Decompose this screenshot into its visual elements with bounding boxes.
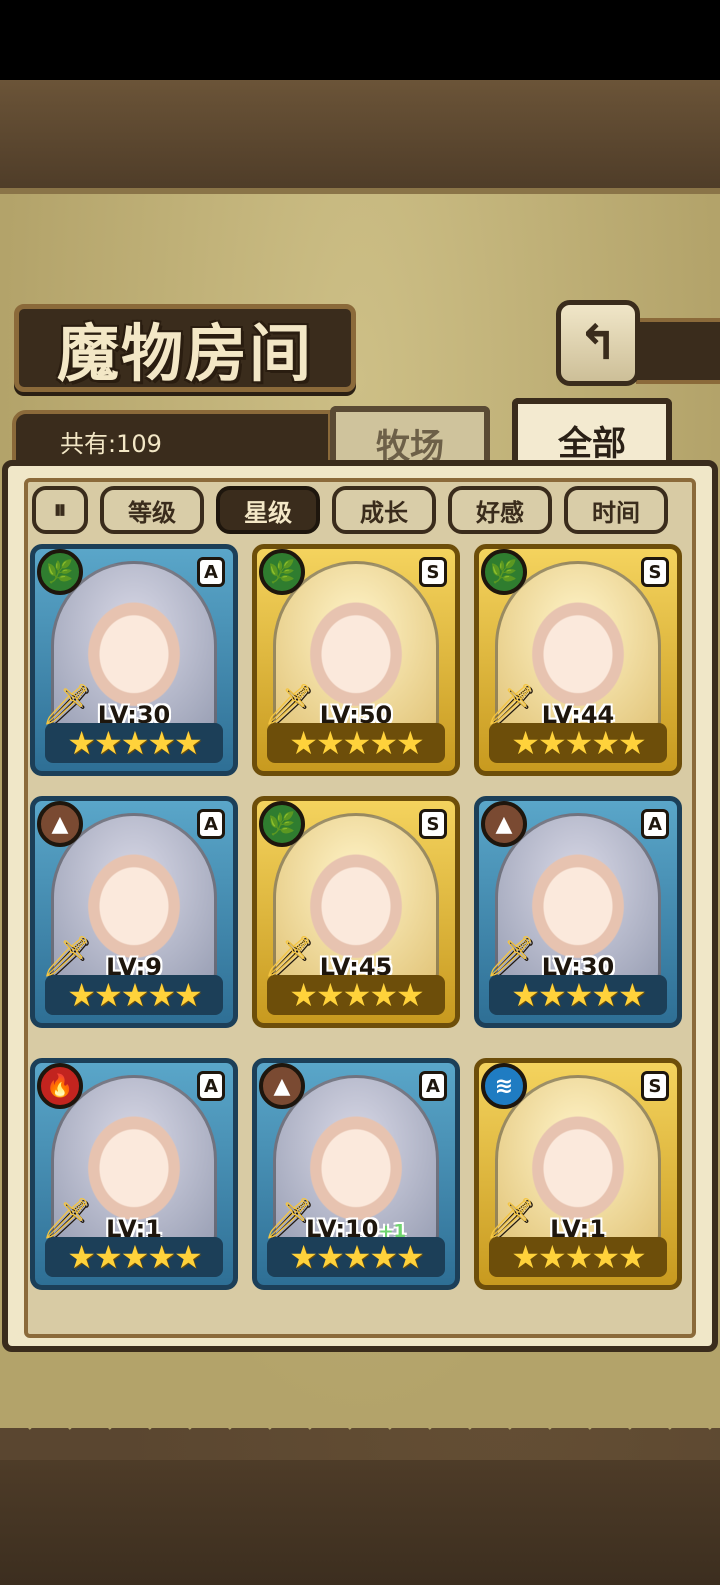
element-glyph: 🌿 (490, 559, 518, 585)
back-arrow-icon: ↰ (577, 315, 619, 371)
star-rating: ★★★★★ (489, 975, 667, 1015)
page-title: 魔物房间 (56, 317, 313, 390)
rank-badge: S (641, 557, 669, 587)
map-top-band (0, 80, 720, 192)
star-rating: ★★★★★ (267, 1237, 445, 1277)
element-nature-icon: 🌿 (259, 801, 305, 847)
monster-count-label: 共有:109 (60, 430, 162, 458)
element-fire-icon: 🔥 (37, 1063, 83, 1109)
monster-card[interactable]: 🌿 S 🗡 LV:50 ★★★★★ (252, 544, 460, 776)
element-glyph: ▲ (51, 811, 69, 837)
sort-bar: ⏸ 等级 星级 成长 好感 时间 (32, 486, 692, 536)
element-glyph: 🔥 (46, 1073, 74, 1099)
rank-badge: S (419, 557, 447, 587)
element-nature-icon: 🌿 (259, 549, 305, 595)
element-glyph: 🌿 (268, 811, 296, 837)
rank-badge: S (419, 809, 447, 839)
rank-badge: S (641, 1071, 669, 1101)
status-bar (0, 0, 720, 80)
star-rating: ★★★★★ (489, 723, 667, 763)
element-glyph: 🌿 (268, 559, 296, 585)
element-glyph: ▲ (273, 1073, 291, 1099)
rank-badge: A (197, 1071, 225, 1101)
sort-by-star-button[interactable]: 星级 (216, 486, 320, 534)
star-rating: ★★★★★ (489, 1237, 667, 1277)
sort-by-level-button[interactable]: 等级 (100, 486, 204, 534)
monster-card[interactable]: 🌿 A 🗡 LV:30 ★★★★★ (30, 544, 238, 776)
back-button[interactable]: ↰ (556, 300, 640, 386)
back-button-rail (636, 318, 720, 384)
element-water-icon: ≋ (481, 1063, 527, 1109)
monster-card[interactable]: ▲ A 🗡 LV:10+1 ★★★★★ (252, 1058, 460, 1290)
monster-grid: 🌿 A 🗡 LV:30 ★★★★★ 🌿 S 🗡 LV:50 ★★★★★ 🌿 S 🗡 LV:44 ★★★★★ ▲… (28, 544, 692, 1320)
star-rating: ★★★★★ (45, 975, 223, 1015)
rank-badge: A (197, 557, 225, 587)
title-plate: 魔物房间 (14, 304, 356, 392)
element-earth-icon: ▲ (37, 801, 83, 847)
monster-card[interactable]: ▲ A 🗡 LV:30 ★★★★★ (474, 796, 682, 1028)
element-nature-icon: 🌿 (37, 549, 83, 595)
star-rating: ★★★★★ (45, 1237, 223, 1277)
element-glyph: 🌿 (46, 559, 74, 585)
monster-card[interactable]: 🌿 S 🗡 LV:45 ★★★★★ (252, 796, 460, 1028)
monster-card[interactable]: ≋ S 🗡 LV:1 ★★★★★ (474, 1058, 682, 1290)
map-bottom-band (0, 1460, 720, 1585)
sort-by-growth-button[interactable]: 成长 (332, 486, 436, 534)
star-rating: ★★★★★ (45, 723, 223, 763)
sort-by-affection-button[interactable]: 好感 (448, 486, 552, 534)
star-rating: ★★★★★ (267, 975, 445, 1015)
monster-card[interactable]: ▲ A 🗡 LV:9 ★★★★★ (30, 796, 238, 1028)
element-glyph: ≋ (494, 1073, 514, 1099)
rank-badge: A (197, 809, 225, 839)
element-nature-icon: 🌿 (481, 549, 527, 595)
sort-order-icon: ⏸ (53, 494, 67, 525)
panel-zigzag-edge (0, 1410, 720, 1450)
element-earth-icon: ▲ (259, 1063, 305, 1109)
monster-card[interactable]: 🔥 A 🗡 LV:1 ★★★★★ (30, 1058, 238, 1290)
monster-card[interactable]: 🌿 S 🗡 LV:44 ★★★★★ (474, 544, 682, 776)
rank-badge: A (641, 809, 669, 839)
star-rating: ★★★★★ (267, 723, 445, 763)
element-earth-icon: ▲ (481, 801, 527, 847)
sort-by-time-button[interactable]: 时间 (564, 486, 668, 534)
rank-badge: A (419, 1071, 447, 1101)
element-glyph: ▲ (495, 811, 513, 837)
sort-order-toggle-button[interactable]: ⏸ (32, 486, 88, 534)
